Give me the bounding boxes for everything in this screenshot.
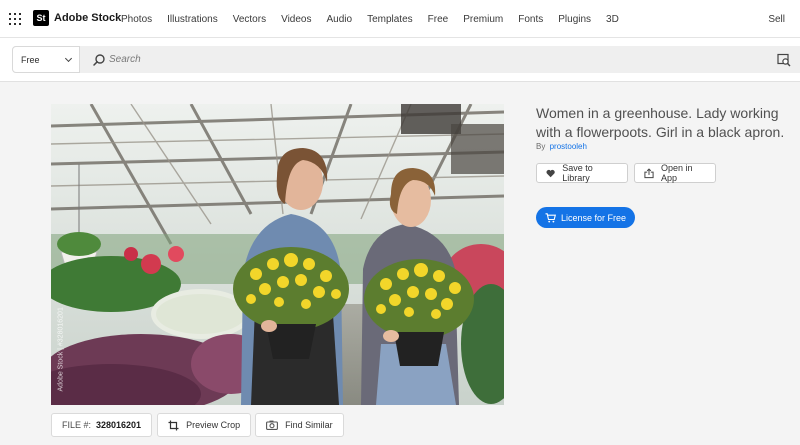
nav-link-3d[interactable]: 3D [606, 14, 619, 25]
asset-title: Women in a greenhouse. Lady working with… [536, 105, 785, 140]
preview-crop-button[interactable]: Preview Crop [157, 413, 252, 437]
find-similar-button[interactable]: Find Similar [255, 413, 344, 437]
nav-link-illustrations[interactable]: Illustrations [167, 14, 218, 25]
search-input[interactable] [109, 49, 749, 70]
save-to-library-button[interactable]: Save to Library [536, 163, 628, 183]
nav-link-vectors[interactable]: Vectors [233, 14, 266, 25]
find-similar-label: Find Similar [285, 420, 333, 430]
nav-links: Photos Illustrations Vectors Videos Audi… [121, 0, 634, 38]
visual-search-icon[interactable] [777, 53, 791, 67]
nav-link-premium[interactable]: Premium [463, 14, 503, 25]
nav-link-videos[interactable]: Videos [281, 14, 311, 25]
nav-link-photos[interactable]: Photos [121, 14, 152, 25]
file-number-value: 328016201 [96, 420, 142, 430]
share-icon [644, 167, 654, 178]
file-number-chip: FILE #: 328016201 [51, 413, 153, 437]
file-number-label: FILE #: [62, 420, 92, 430]
nav-link-plugins[interactable]: Plugins [558, 14, 591, 25]
byline-label: By [536, 142, 546, 151]
top-nav: St Adobe Stock Photos Illustrations Vect… [0, 0, 800, 38]
logo-text: Adobe Stock [54, 12, 122, 24]
watermark-container: Adobe Stock | #328016201 [55, 294, 67, 394]
chevron-down-icon [64, 54, 73, 63]
adobe-stock-logo[interactable]: St Adobe Stock [33, 10, 121, 26]
asset-actions-bar: FILE #: 328016201 Preview Crop Find Simi… [51, 413, 348, 439]
content-filter-select[interactable]: Free [12, 46, 80, 73]
search-area: Free [0, 38, 800, 82]
camera-icon [266, 420, 279, 430]
asset-preview-image[interactable]: Adobe Stock | #328016201 [51, 104, 504, 405]
search-icon [93, 54, 105, 66]
save-to-library-label: Save to Library [562, 163, 593, 183]
open-in-app-label: Open in App [661, 163, 693, 183]
search-bar: Free [12, 46, 800, 73]
nav-link-audio[interactable]: Audio [326, 14, 352, 25]
license-for-free-label: License for Free [560, 212, 627, 223]
nav-link-free[interactable]: Free [428, 14, 449, 25]
watermark-text: Adobe Stock | #328016201 [57, 307, 65, 392]
app-switcher-grid-icon[interactable] [9, 13, 21, 25]
license-for-free-button[interactable]: License for Free [536, 207, 635, 228]
greenhouse-photo [51, 104, 504, 405]
nav-link-templates[interactable]: Templates [367, 14, 413, 25]
author-link[interactable]: prostooleh [550, 142, 587, 151]
content-filter-value: Free [21, 54, 40, 65]
author-byline: By prostooleh [536, 142, 587, 151]
cart-icon [545, 212, 556, 222]
nav-link-fonts[interactable]: Fonts [518, 14, 543, 25]
preview-crop-label: Preview Crop [186, 420, 241, 430]
heart-icon [546, 169, 555, 177]
logo-badge: St [33, 10, 49, 26]
open-in-app-button[interactable]: Open in App [634, 163, 716, 183]
sell-link[interactable]: Sell [768, 14, 785, 25]
crop-icon [168, 420, 179, 430]
